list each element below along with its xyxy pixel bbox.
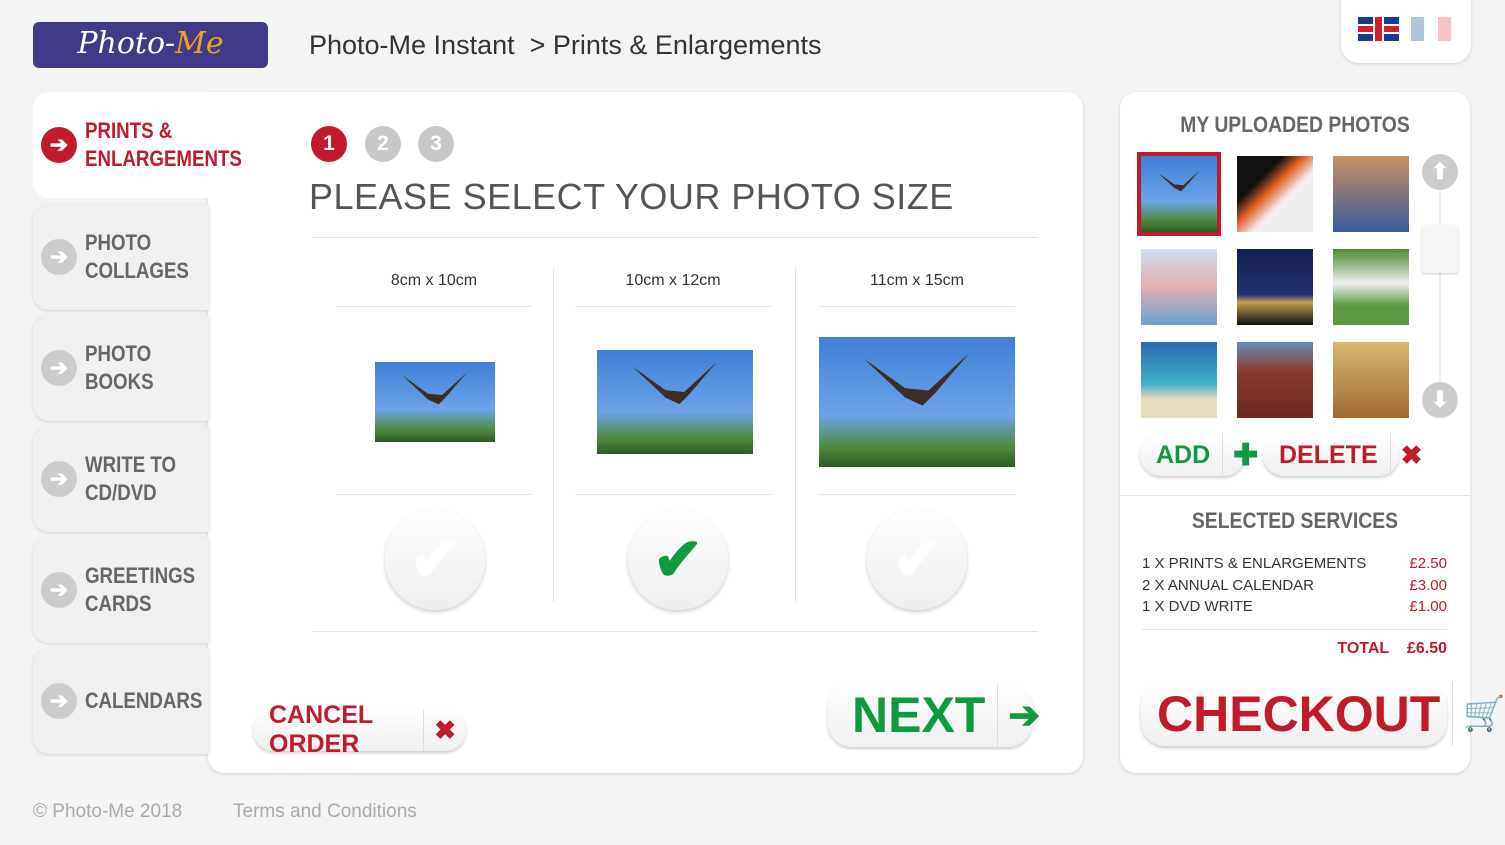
total-label: TOTAL [1337, 640, 1390, 657]
size-label: 8cm x 10cm [390, 272, 478, 289]
sidebar-item-cd-dvd[interactable]: ➔ WRITE TO CD/DVD [33, 426, 209, 532]
step-1: 1 [311, 126, 347, 162]
scroll-up-icon[interactable]: ⬆ [1422, 154, 1458, 190]
uploaded-photo-bridge[interactable] [1237, 249, 1313, 325]
sidebar-label: WRITE TO [85, 452, 177, 477]
next-label: NEXT [828, 683, 999, 747]
french-flag-icon-red[interactable] [1438, 17, 1451, 41]
select-size-11x15-checkbox[interactable]: ✔ [867, 510, 967, 610]
sidebar-item-collages[interactable]: ➔ PHOTO COLLAGES [33, 204, 209, 310]
service-row: 1 X DVD WRITE £1.00 [1142, 598, 1447, 615]
close-icon: ✖ [1400, 439, 1423, 470]
arrow-right-icon: ➔ [41, 683, 77, 719]
uploaded-photo-building[interactable] [1237, 342, 1313, 418]
logo-text: Photo- [77, 26, 176, 61]
add-label: ADD [1140, 434, 1224, 476]
select-size-8x10-checkbox[interactable]: ✔ [385, 510, 485, 610]
uk-flag-icon[interactable] [1358, 17, 1399, 41]
sidebar-label: PHOTO [85, 341, 152, 366]
service-name: 1 X DVD WRITE [1142, 598, 1253, 615]
sidebar-label: PRINTS & [85, 118, 173, 143]
divider [553, 268, 554, 602]
breadcrumb: Photo-Me Instant > Prints & Enlargements [309, 30, 822, 60]
close-icon: ✖ [434, 714, 456, 745]
terms-link[interactable]: Terms and Conditions [233, 801, 417, 823]
sidebar-label: CD/DVD [85, 480, 157, 505]
sidebar-item-greetings[interactable]: ➔ GREETINGS CARDS [33, 537, 209, 643]
photo-me-logo[interactable]: Photo-Me [33, 22, 268, 68]
arrow-right-icon: ➔ [41, 350, 77, 386]
sidebar-item-prints[interactable]: ➔ PRINTS & ENLARGEMENTS [33, 92, 293, 198]
arrow-right-icon: ➔ [41, 461, 77, 497]
uploaded-photo-dancer[interactable] [1333, 342, 1409, 418]
scrollbar-thumb[interactable] [1422, 225, 1458, 273]
divider [312, 237, 1038, 238]
sidebar-label: CARDS [85, 591, 152, 616]
divider [795, 268, 796, 602]
sidebar-label: PHOTO [85, 230, 152, 255]
french-flag-icon[interactable] [1411, 17, 1424, 41]
delete-label: DELETE [1263, 434, 1391, 476]
step-3: 3 [418, 126, 454, 162]
selected-services-title: SELECTED SERVICES [1191, 508, 1399, 533]
cart-icon: 🛒 [1463, 695, 1505, 733]
delete-photo-button[interactable]: DELETE ✖ [1263, 434, 1422, 476]
uploaded-photo-beach[interactable] [1141, 342, 1217, 418]
sidebar-label: COLLAGES [85, 258, 189, 283]
uploaded-photo-wedding[interactable] [1237, 156, 1313, 232]
page-title: PLEASE SELECT YOUR PHOTO SIZE [309, 176, 954, 217]
logo-text-me: Me [175, 26, 224, 61]
checkout-button[interactable]: CHECKOUT 🛒 [1141, 682, 1505, 746]
sidebar-label: ENLARGEMENTS [85, 146, 242, 171]
copyright: © Photo-Me 2018 [33, 801, 183, 822]
sidebar-item-books[interactable]: ➔ PHOTO BOOKS [33, 315, 209, 421]
service-price: £3.00 [1409, 577, 1447, 594]
uploaded-photos-title: MY UPLOADED PHOTOS [1180, 112, 1410, 137]
uploaded-photo-family[interactable] [1141, 249, 1217, 325]
cancel-label: CANCEL ORDER [253, 701, 425, 758]
uploaded-photo-children[interactable] [1333, 156, 1409, 232]
total-value: £6.50 [1406, 640, 1447, 657]
arrow-right-icon: ➔ [41, 572, 77, 608]
photo-preview-medium[interactable] [597, 350, 753, 454]
service-price: £1.00 [1409, 598, 1447, 615]
sidebar-label: GREETINGS [85, 563, 196, 588]
add-photo-button[interactable]: ADD ✚ [1140, 434, 1258, 476]
checkout-label: CHECKOUT [1141, 682, 1454, 746]
sidebar-item-calendars[interactable]: ➔ CALENDARS [33, 648, 209, 754]
service-price: £2.50 [1409, 555, 1447, 572]
divider [312, 631, 1038, 632]
step-2: 2 [365, 126, 401, 162]
arrow-right-icon: ➔ [41, 239, 77, 275]
service-name: 2 X ANNUAL CALENDAR [1142, 577, 1315, 594]
total-row: TOTAL £6.50 [1300, 640, 1447, 658]
size-label: 11cm x 15cm [870, 272, 964, 289]
service-name: 1 X PRINTS & ENLARGEMENTS [1142, 555, 1367, 572]
uploaded-photo-caravan[interactable] [1333, 249, 1409, 325]
next-button[interactable]: NEXT ➔ [828, 683, 1040, 747]
select-size-10x12-checkbox[interactable]: ✔ [628, 510, 728, 610]
scroll-down-icon[interactable]: ⬇ [1422, 382, 1458, 418]
cancel-order-button[interactable]: CANCEL ORDER ✖ [253, 701, 466, 758]
sidebar-label: BOOKS [85, 369, 154, 394]
language-selector [1341, 0, 1471, 63]
arrow-right-icon: ➔ [1008, 694, 1041, 737]
sidebar-label: CALENDARS [85, 688, 203, 713]
plus-icon: ✚ [1233, 438, 1259, 472]
scrollbar-track[interactable] [1439, 190, 1441, 390]
service-row: 2 X ANNUAL CALENDAR £3.00 [1142, 577, 1447, 594]
uploaded-photo-eagle[interactable] [1137, 152, 1221, 236]
arrow-right-icon: ➔ [41, 127, 77, 163]
service-row: 1 X PRINTS & ENLARGEMENTS £2.50 [1142, 555, 1447, 572]
size-label: 10cm x 12cm [625, 272, 721, 289]
photo-preview-large[interactable] [819, 337, 1015, 467]
photo-preview-small[interactable] [375, 362, 495, 442]
